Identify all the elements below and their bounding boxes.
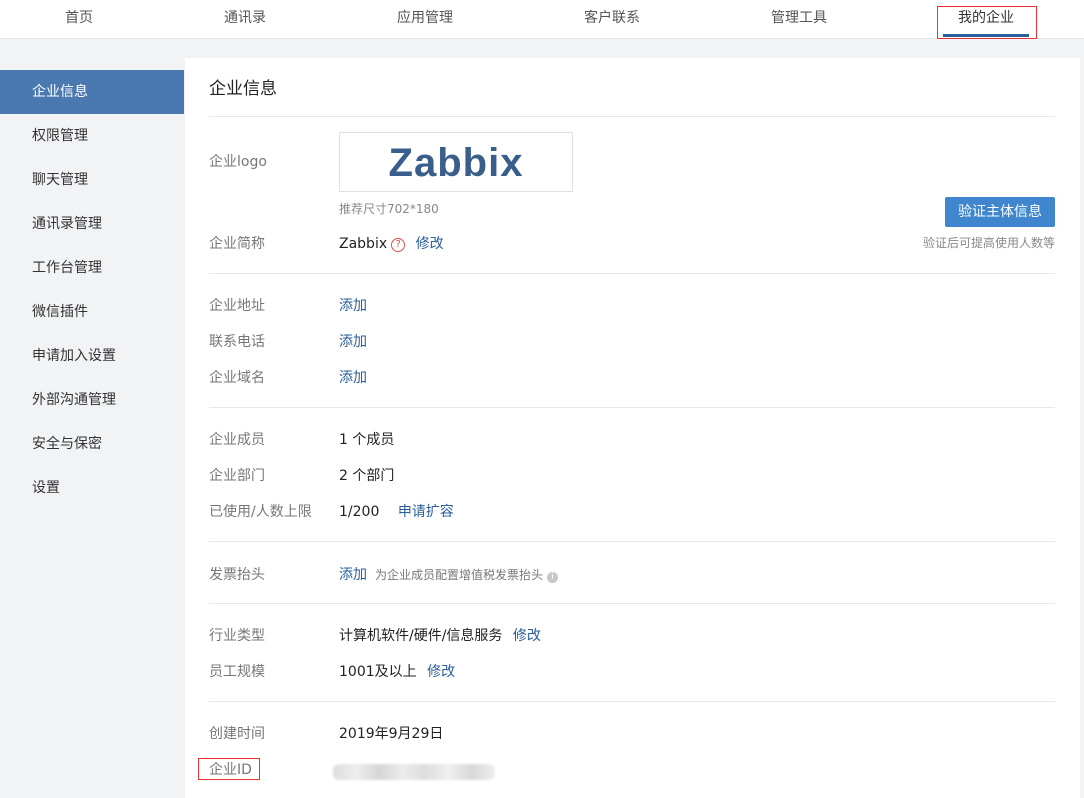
sidebar: 企业信息 权限管理 聊天管理 通讯录管理 工作台管理 微信插件 申请加入设置 外… <box>0 70 184 510</box>
members-label: 企业成员 <box>209 432 265 448</box>
created-value: 2019年9月29日 <box>339 726 444 742</box>
divider <box>209 541 1055 542</box>
scale-row: 1001及以上 修改 <box>339 661 455 681</box>
add-domain-link[interactable]: 添加 <box>339 367 367 387</box>
sidebar-item-workbench-management[interactable]: 工作台管理 <box>0 246 184 290</box>
divider <box>209 701 1055 702</box>
sidebar-item-security[interactable]: 安全与保密 <box>0 422 184 466</box>
divider <box>209 116 1055 117</box>
add-phone-link[interactable]: 添加 <box>339 331 367 351</box>
divider <box>209 273 1055 274</box>
invoice-hint: 为企业成员配置增值税发票抬头 <box>375 568 544 582</box>
corp-id-redacted <box>333 764 495 780</box>
add-invoice-link[interactable]: 添加 <box>339 567 367 583</box>
tab-customer-contact[interactable]: 客户联系 <box>584 0 640 38</box>
industry-row: 计算机软件/硬件/信息服务 修改 <box>339 625 541 645</box>
short-name-row: Zabbix? 修改 <box>339 233 444 253</box>
divider <box>209 603 1055 604</box>
short-name-label: 企业简称 <box>209 236 265 252</box>
highlight-box-my-enterprise <box>937 6 1037 39</box>
sidebar-item-join-settings[interactable]: 申请加入设置 <box>0 334 184 378</box>
logo-size-hint: 推荐尺寸702*180 <box>339 202 439 216</box>
verify-hint: 验证后可提高使用人数等 <box>922 236 1055 250</box>
departments-label: 企业部门 <box>209 468 265 484</box>
scale-label: 员工规模 <box>209 664 265 680</box>
sidebar-item-contacts-management[interactable]: 通讯录管理 <box>0 202 184 246</box>
logo-wordmark: Zabbix <box>388 141 524 185</box>
industry-value: 计算机软件/硬件/信息服务 <box>339 628 503 644</box>
invoice-row: 添加 为企业成员配置增值税发票抬头 i <box>339 564 559 584</box>
usage-row: 1/200 申请扩容 <box>339 501 454 521</box>
sidebar-item-external-communication[interactable]: 外部沟通管理 <box>0 378 184 422</box>
info-icon[interactable]: i <box>547 572 559 583</box>
departments-value: 2 个部门 <box>339 468 395 484</box>
divider <box>209 407 1055 408</box>
industry-label: 行业类型 <box>209 628 265 644</box>
top-navigation: 首页 通讯录 应用管理 客户联系 管理工具 我的企业 <box>0 0 1084 39</box>
edit-scale-link[interactable]: 修改 <box>427 664 455 680</box>
page-title: 企业信息 <box>209 79 277 99</box>
logo-label: 企业logo <box>209 154 267 170</box>
help-icon[interactable]: ? <box>391 238 406 252</box>
address-label: 企业地址 <box>209 298 265 314</box>
sidebar-item-settings[interactable]: 设置 <box>0 466 184 510</box>
sidebar-item-permissions[interactable]: 权限管理 <box>0 114 184 158</box>
verify-entity-button[interactable]: 验证主体信息 <box>945 197 1055 227</box>
invoice-label: 发票抬头 <box>209 567 265 583</box>
tab-app-management[interactable]: 应用管理 <box>397 0 453 38</box>
usage-value: 1/200 <box>339 504 380 520</box>
sidebar-item-wechat-plugin[interactable]: 微信插件 <box>0 290 184 334</box>
tab-management-tools[interactable]: 管理工具 <box>771 0 827 38</box>
created-label: 创建时间 <box>209 726 265 742</box>
main-panel: 企业信息 企业logo Zabbix 推荐尺寸702*180 验证主体信息 验证… <box>185 58 1080 798</box>
sidebar-item-enterprise-info[interactable]: 企业信息 <box>0 70 184 114</box>
edit-short-name-link[interactable]: 修改 <box>416 236 444 252</box>
add-address-link[interactable]: 添加 <box>339 295 367 315</box>
enterprise-logo[interactable]: Zabbix <box>339 132 573 192</box>
short-name-value: Zabbix <box>339 236 388 252</box>
phone-label: 联系电话 <box>209 334 265 350</box>
sidebar-item-chat-management[interactable]: 聊天管理 <box>0 158 184 202</box>
apply-expansion-link[interactable]: 申请扩容 <box>398 504 454 520</box>
edit-industry-link[interactable]: 修改 <box>513 628 541 644</box>
domain-label: 企业域名 <box>209 370 265 386</box>
tab-contacts[interactable]: 通讯录 <box>224 0 266 38</box>
scale-value: 1001及以上 <box>339 664 417 680</box>
tab-home[interactable]: 首页 <box>65 0 93 38</box>
highlight-box-corp-id <box>198 758 260 780</box>
members-value: 1 个成员 <box>339 432 395 448</box>
usage-label: 已使用/人数上限 <box>209 504 312 520</box>
